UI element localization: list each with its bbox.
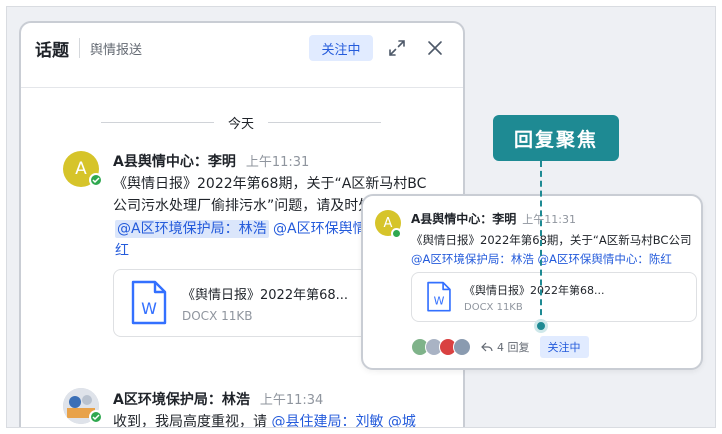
reply-focus-card[interactable]: A A县舆情中心：李明 上午11:31 《舆情日报》2022年第68期，关于“A…: [361, 194, 703, 370]
close-icon[interactable]: [424, 37, 446, 59]
mention-link[interactable]: @县住建局：刘敏 @城: [271, 414, 415, 427]
file-name: 《舆情日报》2022年第68...: [464, 283, 605, 297]
mention-tail[interactable]: 红: [115, 240, 129, 262]
avatar-letter: A: [75, 159, 87, 179]
header-rule: [21, 87, 463, 88]
file-name: 《舆情日报》2022年第68...: [182, 287, 349, 303]
file-card[interactable]: W 《舆情日报》2022年第68... DOCX 11KB: [113, 269, 373, 337]
message-line-2: 公司污水处理厂偷排污水”问题，请及时处置: [113, 198, 367, 214]
message-body: 收到，我局高度重视，请: [113, 414, 267, 428]
message-time: 上午11:34: [259, 393, 324, 408]
callout-label: 回复聚焦: [493, 115, 619, 161]
message-text: 收到，我局高度重视，请 @县住建局：刘敏 @城: [113, 411, 416, 428]
callout-connector: [540, 161, 542, 325]
sender-name[interactable]: A区环境保护局：林浩: [113, 389, 250, 409]
divider-line-left: [101, 122, 214, 123]
doc-icon-letter: W: [141, 299, 157, 318]
follow-button[interactable]: 关注中: [539, 336, 589, 358]
message-text: 《舆情日报》2022年第68期，关于“A区新马村BC公司: [411, 233, 692, 247]
follow-button[interactable]: 关注中: [309, 35, 373, 61]
callout-dot: [534, 319, 548, 333]
participant-avatar: [453, 338, 471, 356]
avatar-letter: A: [383, 215, 393, 231]
mention-link[interactable]: @A区环境保护局：林浩: [115, 220, 269, 238]
word-doc-icon: W: [130, 280, 168, 326]
day-divider: 今天: [101, 113, 382, 132]
message-time: 上午11:31: [245, 155, 310, 170]
file-card[interactable]: W 《舆情日报》2022年第68... DOCX 11KB: [411, 272, 697, 322]
reply-count-label: 4 回复: [497, 341, 530, 354]
online-check-icon: [391, 228, 402, 239]
expand-icon[interactable]: [386, 37, 408, 59]
reply-footer: 4 回复 关注中: [411, 336, 589, 358]
panel-title: 话题: [35, 40, 69, 61]
message-header: A县舆情中心：李明 上午11:31: [411, 210, 576, 227]
message-header: A县舆情中心：李明 上午11:31: [113, 151, 309, 171]
message-header: A区环境保护局：林浩 上午11:34: [113, 389, 323, 409]
header-divider: [79, 38, 80, 58]
file-meta: DOCX 11KB: [464, 301, 523, 313]
message-line-1: 《舆情日报》2022年第68期，关于“A区新马村BC: [113, 176, 427, 192]
reply-count[interactable]: 4 回复: [481, 339, 530, 355]
day-label: 今天: [228, 117, 255, 132]
file-info: 《舆情日报》2022年第68... DOCX 11KB: [464, 282, 604, 313]
panel-subtitle: 舆情报送: [90, 42, 143, 58]
doc-icon-letter: W: [434, 295, 445, 308]
divider-line-right: [268, 122, 382, 123]
online-check-icon: [89, 410, 103, 424]
reply-icon: [481, 342, 493, 352]
file-meta: DOCX 11KB: [182, 308, 253, 323]
sender-name[interactable]: A县舆情中心：李明: [113, 151, 236, 171]
online-check-icon: [89, 173, 103, 187]
message-time: 上午11:31: [522, 213, 576, 226]
word-doc-icon: W: [426, 281, 452, 313]
sender-name[interactable]: A县舆情中心：李明: [411, 210, 516, 227]
file-info: 《舆情日报》2022年第68... DOCX 11KB: [182, 284, 348, 323]
canvas: 话题 舆情报送 关注中 今天 A A县舆情中心：李明 上午11:31 《舆情日报…: [6, 6, 716, 428]
